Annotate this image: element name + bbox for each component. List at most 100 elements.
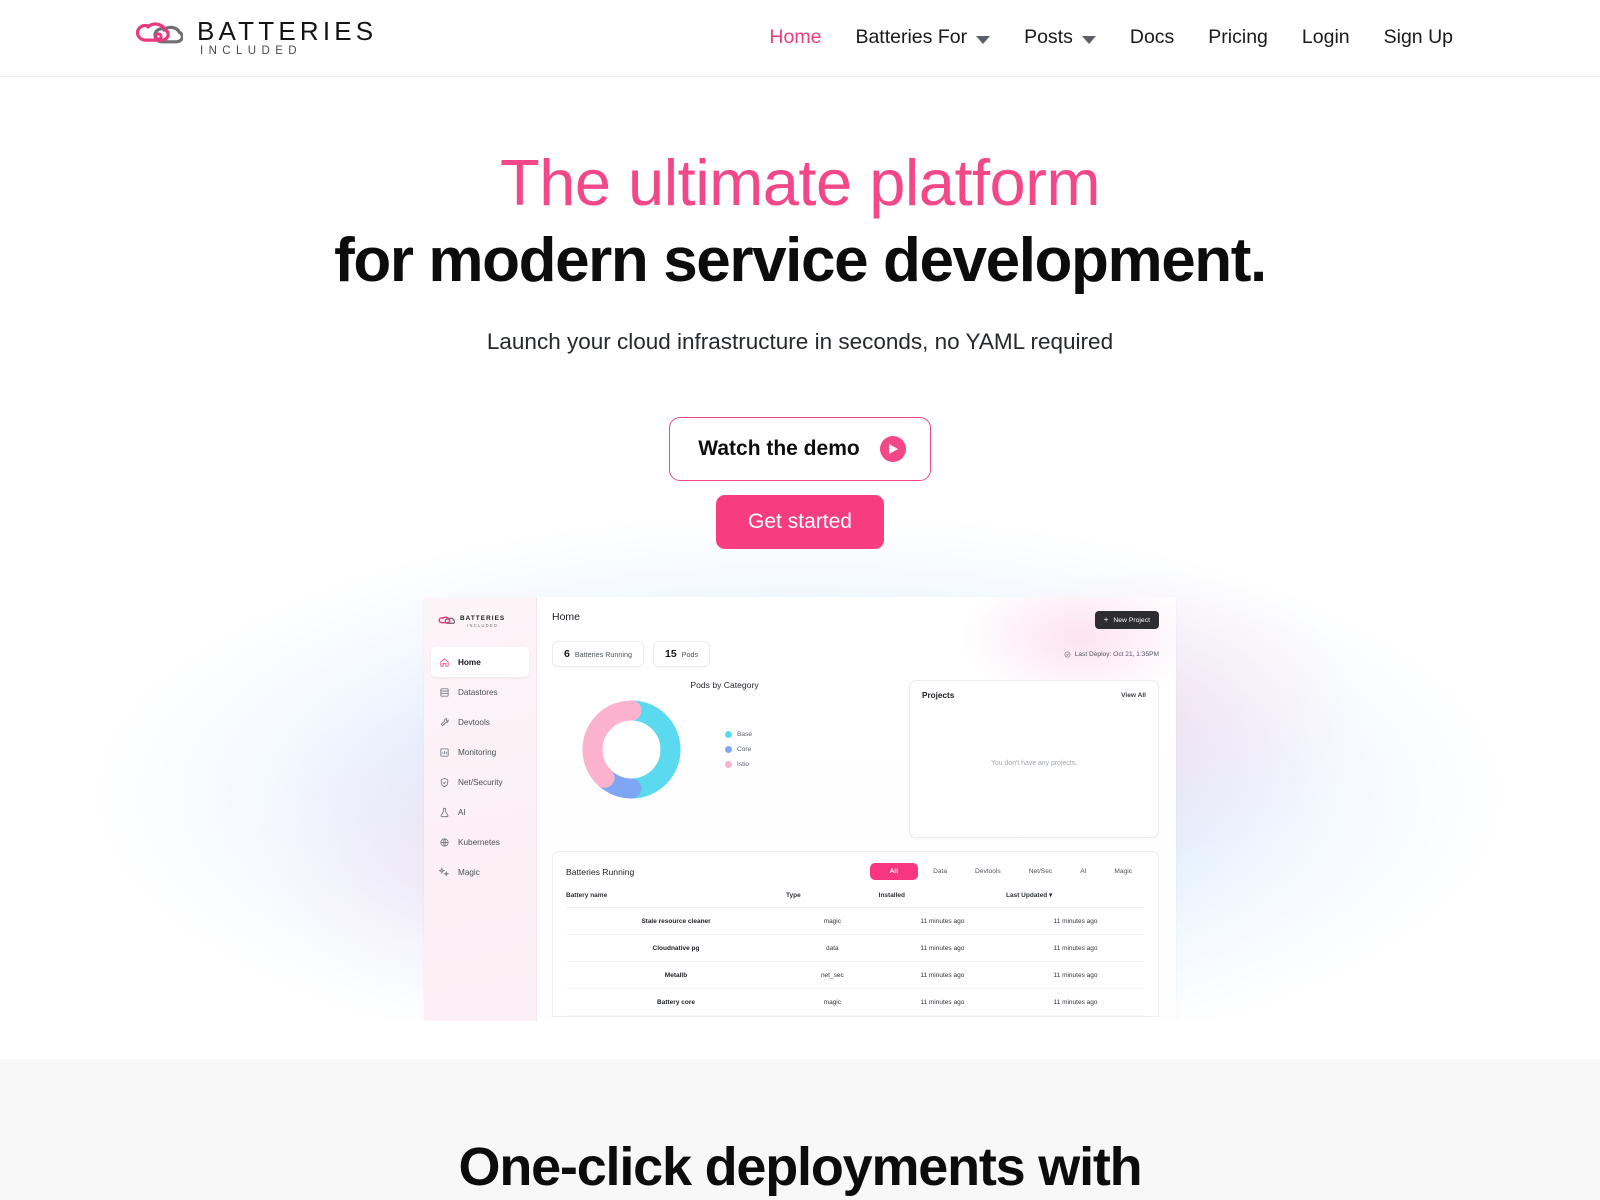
main-nav: Home Batteries For Posts Docs Pricing Lo… bbox=[752, 28, 1470, 48]
watch-demo-label: Watch the demo bbox=[698, 437, 860, 461]
watch-demo-button[interactable]: Watch the demo bbox=[669, 417, 931, 482]
cell-installed: 11 minutes ago bbox=[878, 907, 1007, 936]
cell-name: Metallb bbox=[566, 961, 787, 990]
projects-card: Projects View All You don't have any pro… bbox=[909, 680, 1159, 839]
wrench-icon bbox=[440, 717, 449, 726]
table-row[interactable]: Battery core magic 11 minutes ago 11 min… bbox=[566, 988, 1145, 1017]
dashboard-topbar: Home + New Project bbox=[552, 611, 1159, 630]
sidebar-item-home[interactable]: Home bbox=[431, 647, 529, 678]
chevron-down-icon bbox=[976, 35, 991, 44]
sidebar-label-devtools: Devtools bbox=[458, 717, 490, 727]
cell-installed: 11 minutes ago bbox=[878, 934, 1007, 963]
dashboard-brand: BATTERIES INCLUDED bbox=[424, 615, 536, 629]
legend-label: Istio bbox=[737, 761, 750, 769]
cell-name: Battery core bbox=[566, 988, 787, 1017]
hero-section: The ultimate platform for modern service… bbox=[0, 77, 1600, 1022]
hero-cta-group: Watch the demo Get started bbox=[0, 417, 1600, 550]
stat-label: Pods bbox=[681, 650, 699, 660]
col-installed[interactable]: Installed bbox=[878, 891, 1007, 909]
nav-label-docs: Docs bbox=[1129, 26, 1175, 49]
cell-updated: 11 minutes ago bbox=[1006, 907, 1145, 936]
nav-item-posts[interactable]: Posts bbox=[1007, 28, 1113, 48]
dashboard-page-title: Home bbox=[552, 611, 581, 624]
sidebar-item-net-security[interactable]: Net/Security bbox=[431, 767, 529, 797]
table-row[interactable]: Metallb net_sec 11 minutes ago 11 minute… bbox=[566, 961, 1145, 990]
tab-net-sec[interactable]: Net/Sec bbox=[1016, 863, 1065, 880]
tab-ai[interactable]: AI bbox=[1067, 863, 1099, 880]
table-row[interactable]: Cloudnative pg data 11 minutes ago 11 mi… bbox=[566, 934, 1145, 963]
features-section: One-click deployments with bbox=[0, 1059, 1600, 1200]
page-title: The ultimate platform for modern service… bbox=[0, 149, 1600, 293]
col-battery-name[interactable]: Battery name bbox=[566, 891, 787, 909]
stat-batteries-running: 6 Batteries Running bbox=[552, 641, 644, 668]
batteries-filter-tabs: All Data Devtools Net/Sec AI Magic bbox=[869, 863, 1145, 881]
home-icon bbox=[440, 657, 449, 667]
play-icon bbox=[879, 436, 906, 463]
sidebar-label-datastores: Datastores bbox=[458, 687, 498, 697]
headline-line-2: for modern service development. bbox=[334, 225, 1267, 295]
stat-label: Batteries Running bbox=[574, 650, 632, 660]
dashboard-brand-tagline: INCLUDED bbox=[467, 622, 499, 628]
new-project-button[interactable]: + New Project bbox=[1094, 611, 1159, 630]
tab-magic[interactable]: Magic bbox=[1101, 863, 1145, 880]
sidebar-label-magic: Magic bbox=[458, 867, 480, 877]
get-started-button[interactable]: Get started bbox=[716, 495, 884, 550]
tab-data[interactable]: Data bbox=[920, 863, 960, 880]
nav-item-home[interactable]: Home bbox=[752, 28, 838, 48]
legend-label: Base bbox=[737, 731, 753, 739]
pods-donut-chart bbox=[582, 700, 681, 799]
cloud-logo-icon bbox=[135, 22, 183, 44]
cell-installed: 11 minutes ago bbox=[878, 988, 1007, 1017]
table-row[interactable]: Stale resource cleaner magic 11 minutes … bbox=[566, 907, 1145, 936]
dashboard-main: Home + New Project 6 Batteries Running 1… bbox=[537, 597, 1176, 1022]
sidebar-item-datastores[interactable]: Datastores bbox=[431, 677, 529, 707]
brand-logo[interactable]: BATTERIES INCLUDED bbox=[131, 18, 377, 58]
site-header: BATTERIES INCLUDED Home Batteries For Po… bbox=[0, 0, 1600, 77]
nav-item-batteries-for[interactable]: Batteries For bbox=[838, 28, 1007, 48]
legend-label: Core bbox=[737, 746, 752, 754]
chart-legend: Base Core Istio bbox=[725, 731, 753, 769]
batteries-table-card: Batteries Running All Data Devtools Net/… bbox=[552, 851, 1159, 1018]
sidebar-item-kubernetes[interactable]: Kubernetes bbox=[431, 827, 529, 857]
sidebar-label-net-security: Net/Security bbox=[458, 777, 503, 787]
nav-item-login[interactable]: Login bbox=[1285, 28, 1367, 48]
sidebar-item-devtools[interactable]: Devtools bbox=[431, 707, 529, 737]
nav-item-signup[interactable]: Sign Up bbox=[1367, 28, 1470, 48]
nav-item-docs[interactable]: Docs bbox=[1113, 28, 1191, 48]
dashboard-preview: BATTERIES INCLUDED Home Datastores Devto… bbox=[424, 597, 1176, 1022]
stat-value: 15 bbox=[664, 648, 677, 661]
last-deploy-status: Last Deploy: Oct 21, 1:35PM bbox=[1064, 651, 1159, 658]
projects-empty-message: You don't have any projects. bbox=[990, 760, 1078, 768]
legend-swatch bbox=[725, 746, 732, 754]
cell-name: Cloudnative pg bbox=[566, 934, 787, 963]
sidebar-item-monitoring[interactable]: Monitoring bbox=[431, 737, 529, 767]
table-header-row: Battery name Type Installed Last Updated… bbox=[566, 891, 1145, 909]
tab-all[interactable]: All bbox=[869, 863, 919, 881]
batteries-table: Battery name Type Installed Last Updated… bbox=[566, 891, 1145, 1017]
dashboard-nav: Home Datastores Devtools Monitoring Net/… bbox=[424, 647, 536, 887]
sidebar-item-ai[interactable]: AI bbox=[431, 797, 529, 827]
cell-name: Stale resource cleaner bbox=[566, 907, 787, 936]
database-icon bbox=[440, 687, 449, 697]
check-circle-icon bbox=[1064, 651, 1071, 658]
nav-label-batteries-for: Batteries For bbox=[855, 26, 968, 49]
nav-label-signup: Sign Up bbox=[1383, 26, 1453, 49]
dashboard-mid-row: Pods by Category Base Core Istio Project… bbox=[552, 680, 1159, 839]
cell-updated: 11 minutes ago bbox=[1006, 934, 1145, 963]
nav-label-login: Login bbox=[1301, 26, 1350, 49]
col-type[interactable]: Type bbox=[786, 891, 879, 909]
nav-label-pricing: Pricing bbox=[1208, 26, 1268, 49]
col-last-updated[interactable]: Last Updated ▾ bbox=[1006, 891, 1145, 909]
tab-devtools[interactable]: Devtools bbox=[962, 863, 1014, 880]
features-section-title: One-click deployments with bbox=[458, 1137, 1143, 1197]
new-project-label: New Project bbox=[1113, 616, 1150, 624]
page-root: BATTERIES INCLUDED Home Batteries For Po… bbox=[0, 0, 1600, 1200]
brand-tagline: INCLUDED bbox=[200, 45, 302, 58]
sidebar-label-home: Home bbox=[458, 657, 481, 667]
projects-view-all-link[interactable]: View All bbox=[1121, 692, 1146, 699]
projects-title: Projects bbox=[922, 691, 955, 701]
pods-chart-panel: Pods by Category Base Core Istio bbox=[552, 680, 897, 838]
cell-updated: 11 minutes ago bbox=[1006, 988, 1145, 1017]
nav-item-pricing[interactable]: Pricing bbox=[1191, 28, 1285, 48]
sidebar-item-magic[interactable]: Magic bbox=[431, 857, 529, 887]
